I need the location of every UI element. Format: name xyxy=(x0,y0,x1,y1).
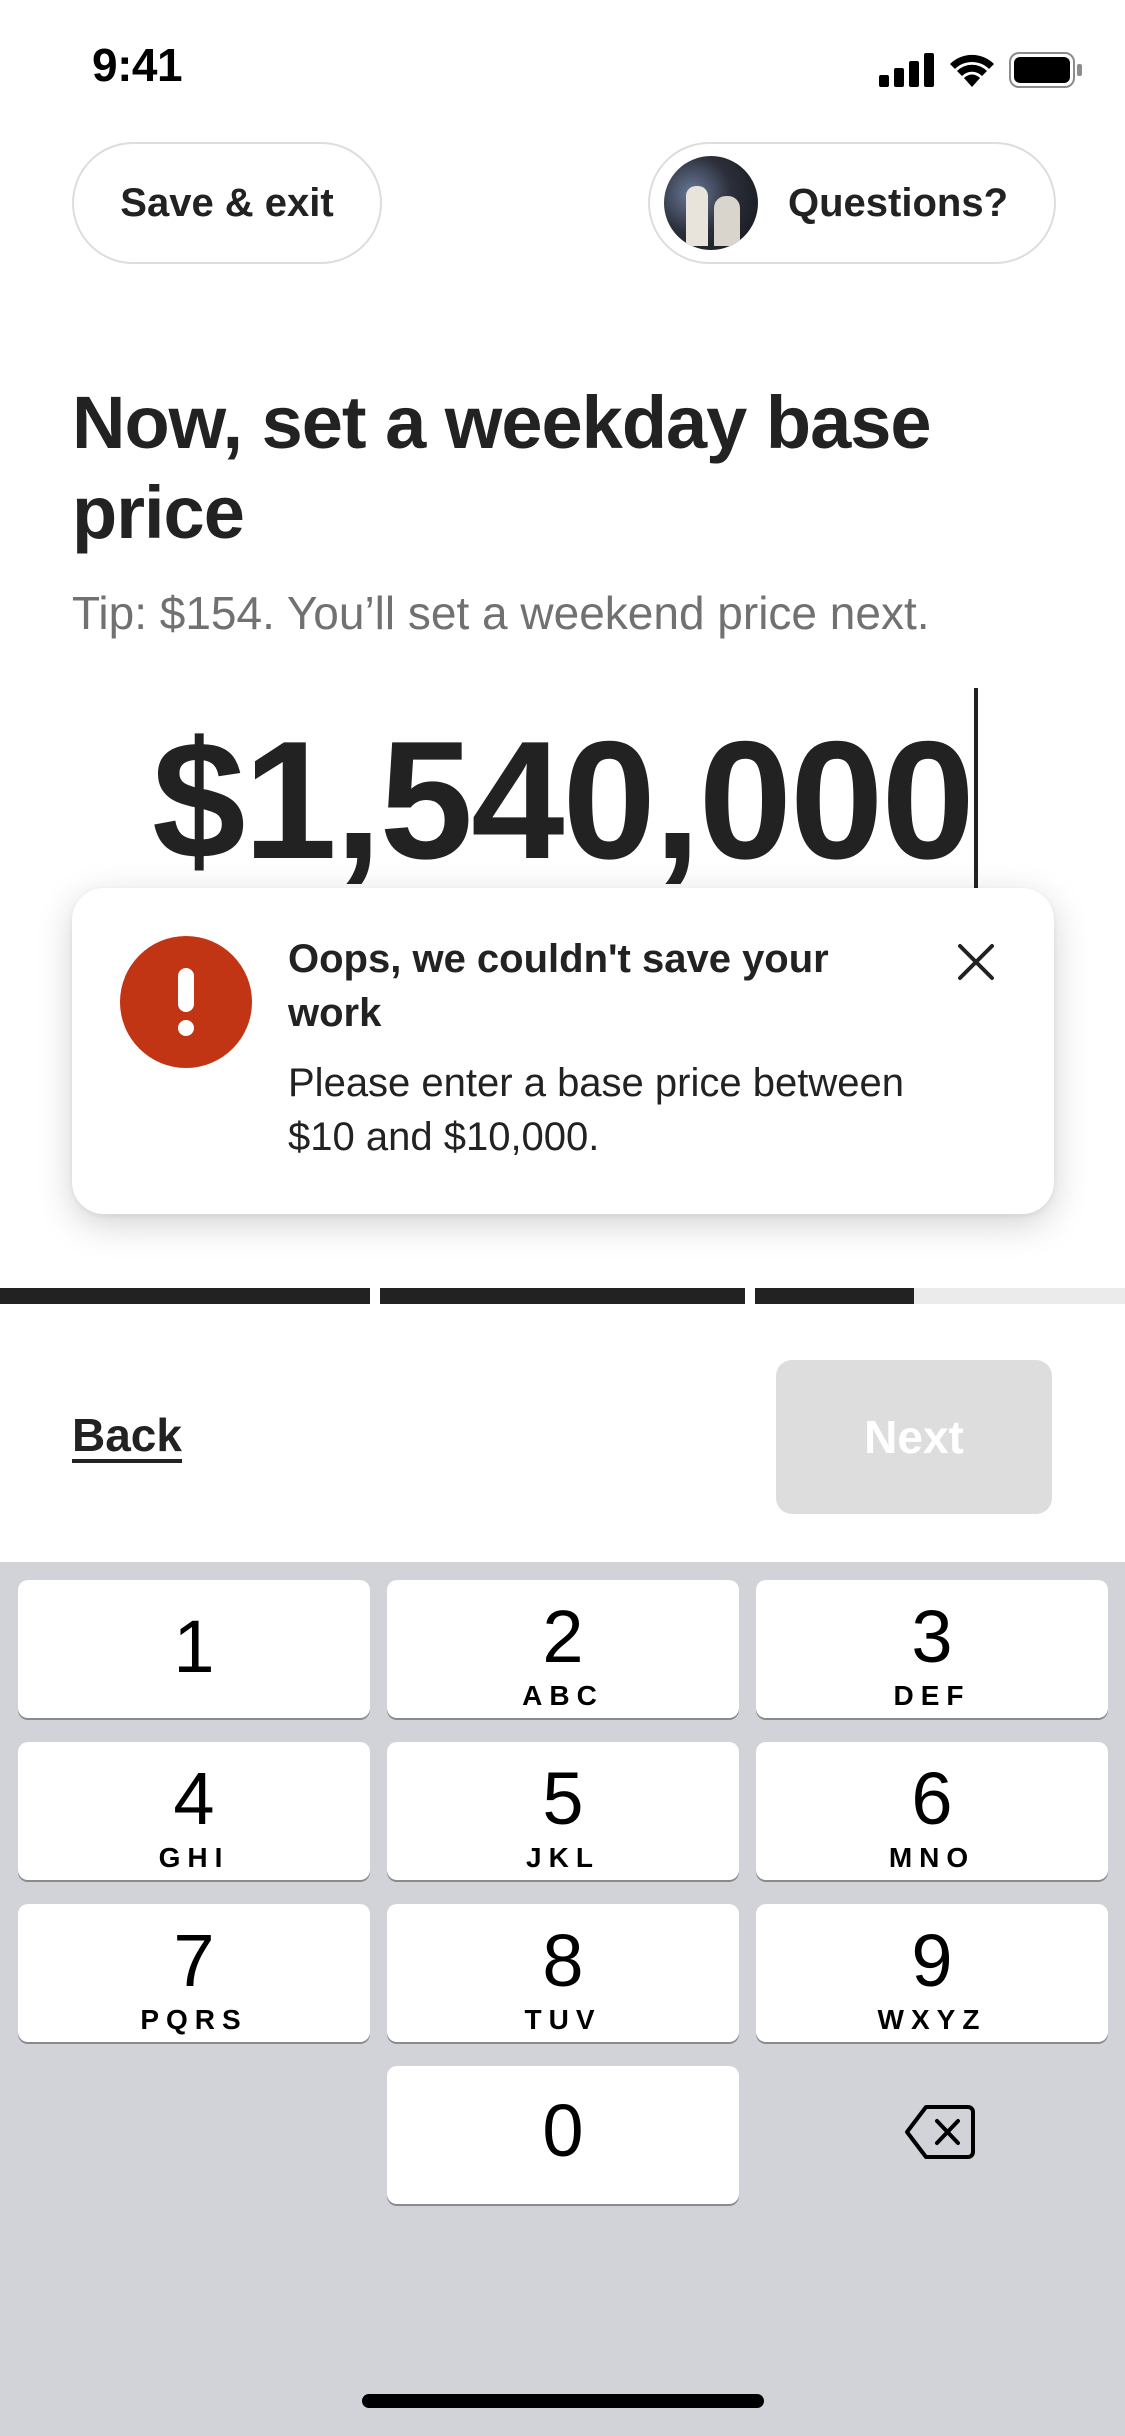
backspace-icon xyxy=(905,2105,975,2159)
price-input[interactable]: $1,540,000 xyxy=(0,700,1125,900)
error-title: Oops, we couldn't save your work xyxy=(288,937,829,1035)
key-digit: 4 xyxy=(173,1757,215,1840)
key-digit: 8 xyxy=(542,1919,584,2002)
cellular-signal-icon xyxy=(879,53,934,87)
key-digit: 1 xyxy=(173,1605,215,1688)
key-letters: DEF xyxy=(893,1680,971,1711)
price-tip: Tip: $154. You’ll set a weekend price ne… xyxy=(72,587,930,639)
key-letters: PQRS xyxy=(140,2004,248,2035)
key-letters: GHI xyxy=(158,1842,230,1873)
key-0[interactable]: 0 xyxy=(387,2066,739,2204)
key-digit: 9 xyxy=(911,1919,953,2002)
next-button[interactable]: Next xyxy=(776,1360,1052,1514)
progress-segment-1 xyxy=(0,1288,370,1304)
questions-button[interactable]: Questions? xyxy=(648,142,1056,264)
key-1[interactable]: 1 xyxy=(18,1580,370,1718)
save-exit-button[interactable]: Save & exit xyxy=(72,142,382,264)
error-toast: Oops, we couldn't save your work Please … xyxy=(72,888,1054,1214)
page-title: Now, set a weekday base price xyxy=(72,381,932,554)
key-letters: WXYZ xyxy=(877,2004,987,2035)
key-letters: TUV xyxy=(524,2004,602,2035)
key-6[interactable]: 6 MNO xyxy=(756,1742,1108,1880)
key-letters: MNO xyxy=(888,1842,976,1873)
text-cursor xyxy=(974,688,978,888)
key-letters: ABC xyxy=(522,1680,604,1711)
key-8[interactable]: 8 TUV xyxy=(387,1904,739,2042)
questions-label: Questions? xyxy=(788,180,1009,225)
key-digit: 0 xyxy=(542,2089,584,2172)
back-button[interactable]: Back xyxy=(72,1408,182,1462)
key-digit: 2 xyxy=(542,1595,584,1678)
home-indicator xyxy=(362,2394,764,2408)
key-9[interactable]: 9 WXYZ xyxy=(756,1904,1108,2042)
key-digit: 6 xyxy=(911,1757,953,1840)
progress-segment-fill xyxy=(380,1288,745,1304)
key-2[interactable]: 2 ABC xyxy=(387,1580,739,1718)
key-digit: 3 xyxy=(911,1595,953,1678)
key-3[interactable]: 3 DEF xyxy=(756,1580,1108,1718)
wifi-icon xyxy=(950,54,994,87)
progress-segment-fill xyxy=(755,1288,915,1304)
host-avatar xyxy=(664,156,758,250)
close-icon[interactable] xyxy=(946,932,1006,992)
progress-bar xyxy=(0,1288,1125,1304)
key-7[interactable]: 7 PQRS xyxy=(18,1904,370,2042)
progress-segment-3 xyxy=(755,1288,1125,1304)
key-5[interactable]: 5 JKL xyxy=(387,1742,739,1880)
progress-segment-fill xyxy=(0,1288,370,1304)
error-icon xyxy=(120,936,252,1068)
key-digit: 7 xyxy=(173,1919,215,2002)
progress-segment-2 xyxy=(380,1288,745,1304)
save-exit-label: Save & exit xyxy=(120,180,334,225)
delete-key[interactable] xyxy=(880,2092,1000,2172)
status-time: 9:41 xyxy=(92,39,183,91)
battery-icon xyxy=(1009,52,1082,88)
key-digit: 5 xyxy=(542,1757,584,1840)
key-4[interactable]: 4 GHI xyxy=(18,1742,370,1880)
status-icons xyxy=(879,48,1083,92)
error-message: Please enter a base price between $10 an… xyxy=(288,1061,904,1159)
key-letters: JKL xyxy=(526,1842,600,1873)
